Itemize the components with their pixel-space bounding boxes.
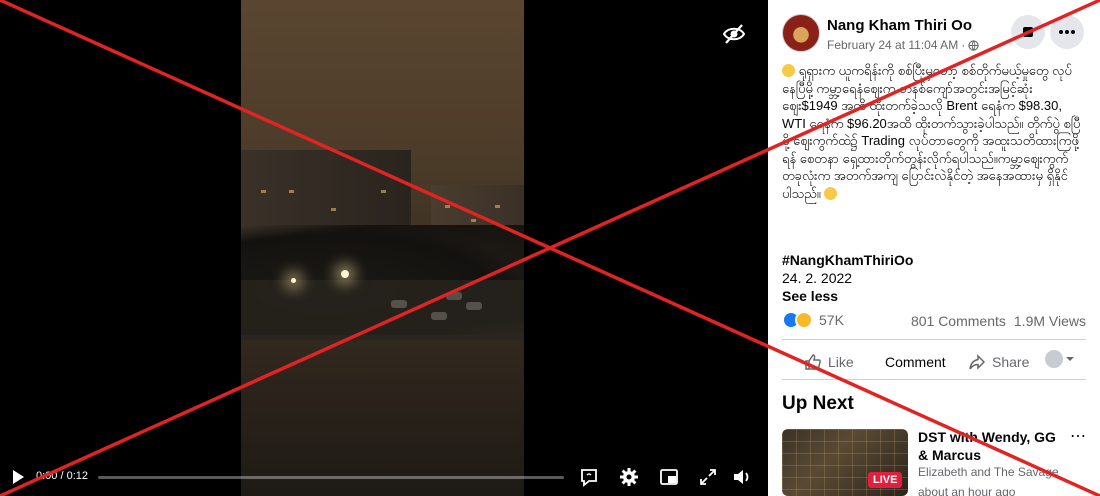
share-button[interactable]: Share	[968, 350, 1029, 374]
up-next-title[interactable]: DST with Wendy, GG & Marcus	[918, 428, 1068, 464]
reactions-summary[interactable]: 57K	[782, 311, 844, 329]
up-next-heading: Up Next	[782, 393, 854, 414]
street-lamp	[341, 270, 349, 278]
share-icon	[969, 354, 986, 370]
audience-selector[interactable]	[1045, 350, 1074, 368]
comments-count[interactable]: 801 Comments	[911, 313, 1006, 329]
eye-slash-icon[interactable]	[722, 22, 746, 46]
share-label: Share	[992, 354, 1030, 370]
like-label: Like	[828, 354, 854, 370]
up-next-time: about an hour ago	[918, 485, 1016, 496]
post-body-text: ရုရှားက ယူကရိန်းကို စစ်ပြီးမှတော့ စစ်တို…	[782, 63, 1081, 201]
volume-icon[interactable]	[731, 466, 753, 488]
post-meta: February 24 at 11:04 AM ·	[827, 38, 979, 52]
sun-emoji-icon	[824, 186, 838, 200]
post-body: ရုရှားက ယူကရိန်းကို စစ်ပြီးမှတော့ စစ်တို…	[782, 62, 1082, 202]
captions-icon[interactable]	[578, 466, 600, 488]
fullscreen-icon[interactable]	[697, 466, 719, 488]
video-controls: 0:00 / 0:12	[0, 458, 768, 496]
more-icon	[1059, 30, 1075, 34]
live-badge: LIVE	[868, 472, 903, 488]
author-avatar[interactable]	[782, 14, 820, 52]
video-player[interactable]: 0:00 / 0:12	[0, 0, 768, 496]
sad-reaction-icon	[795, 311, 813, 329]
more-options-button[interactable]	[1050, 15, 1084, 49]
post-date[interactable]: February 24 at 11:04 AM	[827, 38, 958, 52]
up-next-thumbnail[interactable]: LIVE	[782, 429, 908, 496]
more-icon[interactable]: ⋯	[1070, 426, 1086, 446]
divider	[782, 379, 1086, 380]
bookmark-icon	[1023, 27, 1033, 37]
see-less-button[interactable]: See less	[782, 288, 838, 304]
engagement-counts: 801 Comments 1.9M Views	[911, 313, 1086, 329]
views-count: 1.9M Views	[1013, 313, 1086, 329]
street-lamp	[291, 278, 296, 283]
user-avatar	[1045, 350, 1063, 368]
post-panel: Nang Kham Thiri Oo February 24 at 11:04 …	[768, 0, 1100, 496]
play-icon[interactable]	[10, 469, 26, 485]
progress-bar[interactable]	[98, 476, 564, 479]
globe-icon	[968, 39, 979, 51]
author-name[interactable]: Nang Kham Thiri Oo	[827, 17, 972, 34]
hashtag-link[interactable]: #NangKhamThiriOo	[782, 252, 913, 268]
like-button[interactable]: Like	[804, 350, 854, 374]
chevron-down-icon	[1066, 357, 1074, 361]
up-next-channel[interactable]: Elizabeth and The Savage	[918, 465, 1068, 479]
picture-in-picture-icon[interactable]	[658, 466, 680, 488]
post-date-line: 24. 2. 2022	[782, 270, 853, 286]
video-frame	[241, 0, 524, 496]
reaction-count: 57K	[819, 312, 844, 328]
divider	[782, 339, 1086, 340]
comment-button[interactable]: Comment	[885, 350, 946, 374]
sun-emoji-icon	[782, 64, 795, 77]
meta-separator: ·	[961, 38, 966, 52]
settings-icon[interactable]	[618, 466, 640, 488]
comment-label: Comment	[885, 354, 946, 370]
save-post-button[interactable]	[1011, 15, 1045, 49]
parking-lot	[241, 280, 524, 340]
thumbs-up-icon	[805, 354, 821, 370]
time-display: 0:00 / 0:12	[36, 470, 88, 482]
